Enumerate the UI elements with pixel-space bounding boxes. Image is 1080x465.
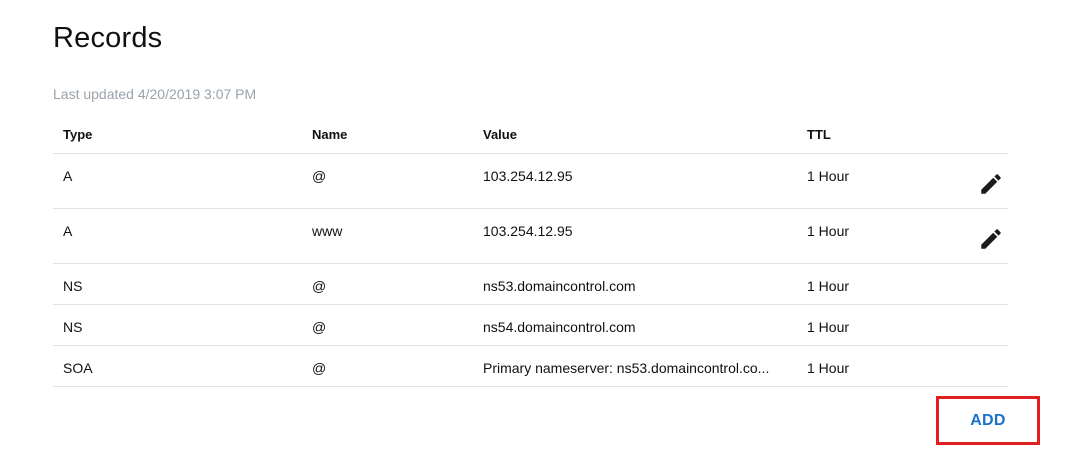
record-type: NS	[63, 319, 83, 335]
edit-record-button[interactable]	[978, 171, 1004, 197]
records-table: Type Name Value TTL A @ 103.254.12.95 1 …	[53, 114, 1008, 387]
add-button-highlight: ADD	[936, 396, 1040, 445]
table-row: SOA @ Primary nameserver: ns53.domaincon…	[53, 346, 1008, 387]
record-name: @	[312, 360, 327, 376]
pencil-icon	[981, 174, 1001, 194]
table-row: NS @ ns53.domaincontrol.com 1 Hour	[53, 264, 1008, 305]
dns-records-page: Records Last updated 4/20/2019 3:07 PM T…	[0, 0, 1080, 465]
last-updated-text: Last updated 4/20/2019 3:07 PM	[53, 86, 257, 102]
record-value: ns53.domaincontrol.com	[483, 278, 636, 294]
record-value: ns54.domaincontrol.com	[483, 319, 636, 335]
record-value: 103.254.12.95	[483, 223, 573, 239]
record-ttl: 1 Hour	[807, 319, 850, 335]
record-type: SOA	[63, 360, 93, 376]
column-header-name: Name	[312, 127, 348, 142]
record-name: @	[312, 168, 327, 184]
table-row: NS @ ns54.domaincontrol.com 1 Hour	[53, 305, 1008, 346]
table-row: A @ 103.254.12.95 1 Hour	[53, 154, 1008, 209]
record-ttl: 1 Hour	[807, 278, 850, 294]
record-value: Primary nameserver: ns53.domaincontrol.c…	[483, 360, 770, 376]
record-ttl: 1 Hour	[807, 168, 850, 184]
record-name: @	[312, 319, 327, 335]
table-row: A www 103.254.12.95 1 Hour	[53, 209, 1008, 264]
record-ttl: 1 Hour	[807, 360, 850, 376]
record-name: www	[312, 223, 343, 239]
table-header-row: Type Name Value TTL	[53, 114, 1008, 154]
column-header-value: Value	[483, 127, 517, 142]
edit-record-button[interactable]	[978, 226, 1004, 252]
column-header-ttl: TTL	[807, 127, 831, 142]
add-record-button[interactable]: ADD	[970, 412, 1006, 430]
record-ttl: 1 Hour	[807, 223, 850, 239]
pencil-icon	[981, 229, 1001, 249]
record-value: 103.254.12.95	[483, 168, 573, 184]
record-type: A	[63, 168, 73, 184]
record-type: A	[63, 223, 73, 239]
page-title: Records	[53, 22, 163, 54]
column-header-type: Type	[63, 127, 93, 142]
record-name: @	[312, 278, 327, 294]
record-type: NS	[63, 278, 83, 294]
